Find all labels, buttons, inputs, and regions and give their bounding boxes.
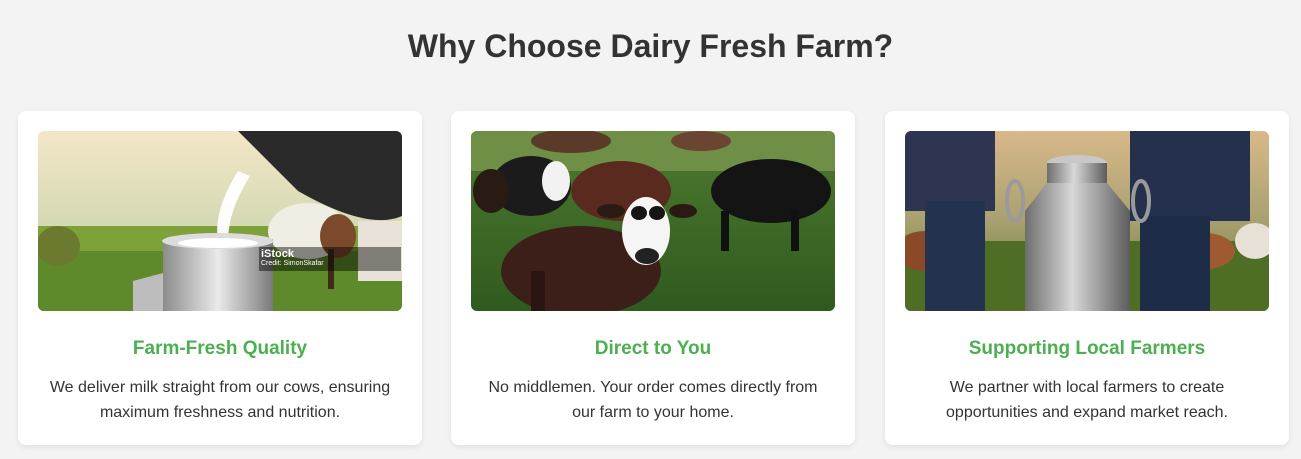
image-watermark: iStock Credit: SimonSkafar xyxy=(259,247,401,271)
card-description: We deliver milk straight from our cows, … xyxy=(49,379,391,421)
calves-in-field-photo xyxy=(471,131,835,311)
card-title: Direct to You xyxy=(594,338,712,359)
card-description: We partner with local farmers to create … xyxy=(946,379,1228,421)
card-title: Farm-Fresh Quality xyxy=(132,338,308,359)
section-title: Why Choose Dairy Fresh Farm? xyxy=(407,28,894,64)
feature-card-farm-fresh-quality: iStock Credit: SimonSkafar Farm-Fresh Qu… xyxy=(18,111,422,445)
watermark-logo: iStock xyxy=(261,248,295,260)
feature-card-supporting-local-farmers: Supporting Local Farmers We partner with… xyxy=(885,111,1289,445)
image-credit: Credit: SimonSkafar xyxy=(261,260,324,267)
feature-card-direct-to-you: Direct to You No middlemen. Your order c… xyxy=(451,111,855,445)
card-title: Supporting Local Farmers xyxy=(968,338,1206,359)
card-description: No middlemen. Your order comes directly … xyxy=(488,379,818,421)
milk-pouring-photo: iStock Credit: SimonSkafar xyxy=(38,131,402,311)
farmers-carrying-milk-can-photo xyxy=(905,131,1269,311)
